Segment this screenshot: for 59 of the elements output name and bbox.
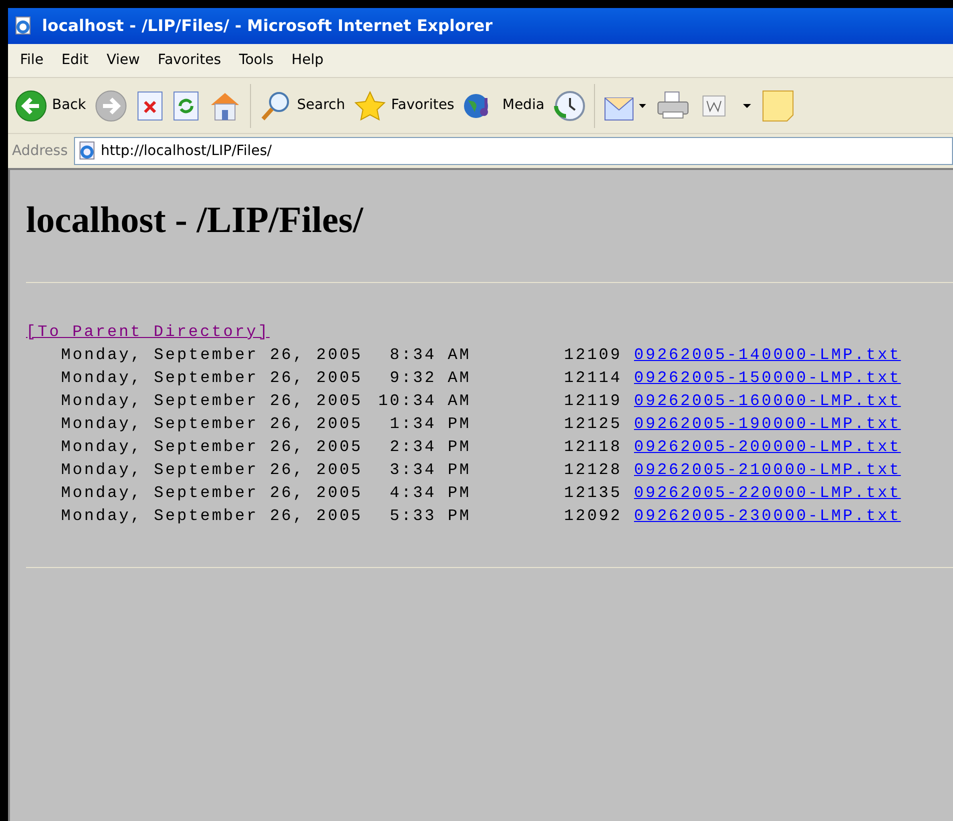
page-heading: localhost - /LIP/Files/	[26, 199, 364, 243]
menu-item[interactable]: Help	[286, 50, 330, 71]
back-button[interactable]: Back	[14, 88, 86, 122]
file-size: 12128	[562, 460, 622, 481]
file-link[interactable]: 09262005-190000-LMP.txt	[634, 413, 901, 436]
file-link[interactable]: 09262005-230000-LMP.txt	[634, 505, 901, 528]
file-size: 12125	[562, 414, 622, 435]
menu-item[interactable]: File	[14, 50, 50, 71]
file-size: 12114	[562, 368, 622, 389]
menu-item[interactable]: View	[100, 50, 146, 71]
file-time: 10:34 AM	[377, 391, 471, 412]
file-date: Monday, September 26, 2005	[61, 368, 364, 389]
star-icon	[353, 90, 388, 122]
file-date: Monday, September 26, 2005	[61, 460, 364, 481]
favorites-button[interactable]: Favorites	[353, 90, 454, 122]
file-size: 12119	[562, 391, 622, 412]
forward-button[interactable]	[94, 88, 128, 122]
refresh-icon	[172, 90, 200, 122]
file-time: 5:33 PM	[388, 506, 471, 527]
print-button[interactable]	[655, 90, 692, 122]
page-icon	[76, 141, 97, 161]
address-field[interactable]: http://localhost/LIP/Files/	[74, 137, 953, 165]
window-title: localhost - /LIP/Files/ - Microsoft Internet Explorer	[42, 15, 493, 37]
search-button[interactable]: Search	[259, 90, 346, 122]
menu-item[interactable]: Tools	[233, 50, 280, 71]
printer-icon	[655, 90, 692, 122]
file-date: Monday, September 26, 2005	[61, 506, 364, 527]
parent-directory-link[interactable]: [To Parent Directory]	[26, 323, 270, 341]
refresh-button[interactable]	[172, 90, 200, 122]
file-date: Monday, September 26, 2005	[61, 414, 364, 435]
history-button[interactable]	[552, 88, 586, 122]
sticky-note-icon	[761, 88, 796, 122]
stop-icon	[136, 90, 164, 122]
file-date: Monday, September 26, 2005	[61, 437, 364, 458]
file-size: 12092	[562, 506, 622, 527]
file-link[interactable]: 09262005-220000-LMP.txt	[634, 482, 901, 505]
file-time: 2:34 PM	[388, 437, 471, 458]
file-time: 4:34 PM	[388, 483, 471, 504]
file-date: Monday, September 26, 2005	[61, 345, 364, 366]
file-size: 12135	[562, 483, 622, 504]
note-button[interactable]	[761, 88, 796, 122]
file-link[interactable]: 09262005-140000-LMP.txt	[634, 344, 901, 367]
file-time: 9:32 AM	[388, 368, 471, 389]
address-label: Address	[12, 142, 68, 160]
file-size: 12109	[562, 345, 622, 366]
file-time: 1:34 PM	[388, 414, 471, 435]
media-button[interactable]: Media	[462, 90, 544, 122]
menu-item[interactable]: Edit	[55, 50, 95, 71]
file-date: Monday, September 26, 2005	[61, 391, 364, 412]
file-link[interactable]: 09262005-150000-LMP.txt	[634, 367, 901, 390]
file-link[interactable]: 09262005-210000-LMP.txt	[634, 459, 901, 482]
file-size: 12118	[562, 437, 622, 458]
file-time: 8:34 AM	[388, 345, 471, 366]
file-link[interactable]: 09262005-160000-LMP.txt	[634, 390, 901, 413]
stop-button[interactable]	[136, 90, 164, 122]
file-link[interactable]: 09262005-200000-LMP.txt	[634, 436, 901, 459]
file-time: 3:34 PM	[388, 460, 471, 481]
file-date: Monday, September 26, 2005	[61, 483, 364, 504]
menu-item[interactable]: Favorites	[152, 50, 228, 71]
